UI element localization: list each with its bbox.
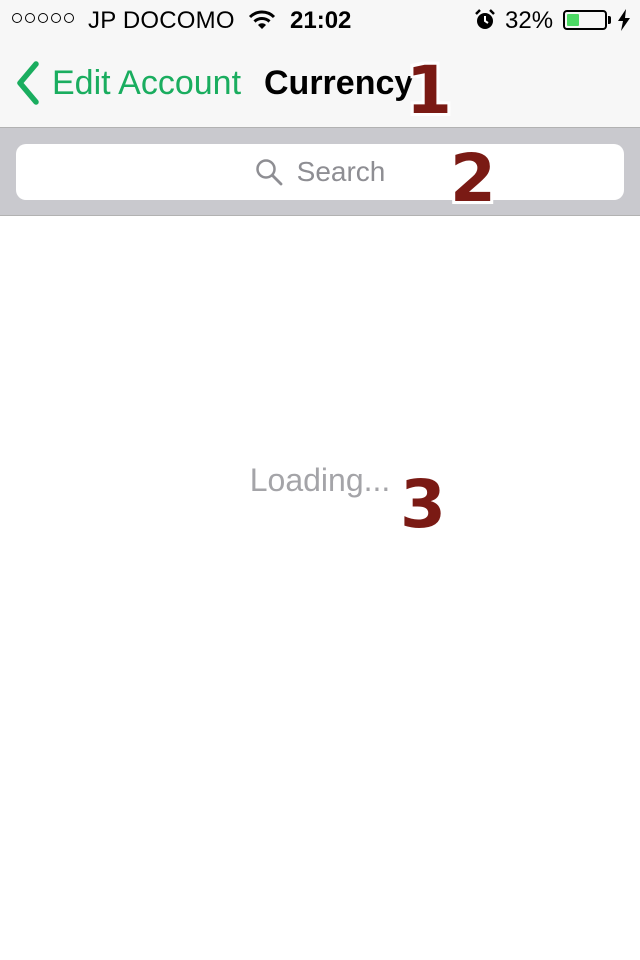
back-button[interactable]: Edit Account: [10, 58, 241, 108]
back-button-label: Edit Account: [52, 63, 242, 102]
page-title: Currency: [264, 64, 414, 102]
search-icon: [255, 159, 283, 186]
search-placeholder: Search: [296, 156, 386, 187]
lightning-bolt-icon: [618, 9, 630, 31]
wifi-icon: [248, 10, 276, 29]
chevron-left-icon: [17, 61, 39, 105]
navigation-bar: Edit Account Currency: [0, 40, 640, 128]
battery-level-fill: [567, 14, 579, 26]
status-bar: JP DOCOMO 21:02 32%: [0, 0, 640, 40]
status-time: 21:02: [290, 7, 352, 34]
loading-indicator-text: Loading...: [249, 462, 391, 498]
alarm-clock-icon: [475, 9, 495, 29]
battery-icon: [563, 10, 607, 30]
annotation-marker-3: 3: [400, 466, 446, 543]
carrier-name: JP DOCOMO: [88, 7, 235, 34]
annotation-marker-1: 1: [406, 52, 452, 129]
search-bar: Search: [0, 128, 640, 216]
annotation-marker-2: 2: [450, 140, 496, 217]
search-input[interactable]: Search: [16, 144, 624, 200]
battery-percentage: 32%: [505, 7, 554, 34]
battery-terminal: [608, 16, 611, 24]
signal-dots-icon: [12, 13, 74, 23]
